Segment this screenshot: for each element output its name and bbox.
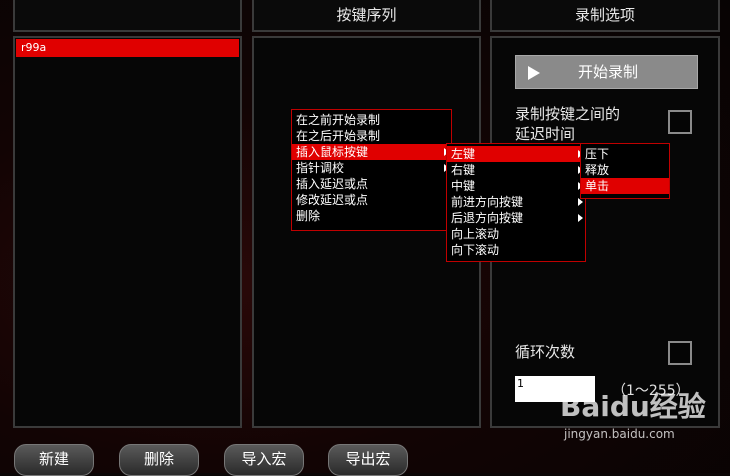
menu-item-insert-delay[interactable]: 插入延迟或点	[292, 176, 451, 192]
record-options-header: 录制选项	[490, 0, 720, 32]
start-recording-label: 开始录制	[578, 63, 639, 81]
menu-item-label: 左键	[451, 147, 476, 161]
submenu-arrow-icon	[578, 214, 583, 222]
menu-item-label: 修改延迟或点	[296, 193, 369, 207]
submenu-item-back-button[interactable]: 后退方向按键	[447, 210, 585, 226]
menu-item-label: 右键	[451, 163, 476, 177]
menu-item-label: 前进方向按键	[451, 195, 524, 209]
new-macro-button[interactable]: 新建	[14, 444, 94, 476]
menu-item-label: 插入延迟或点	[296, 177, 369, 191]
button-label: 导出宏	[345, 450, 391, 468]
button-label: 新建	[38, 450, 69, 468]
loop-count-label: 循环次数	[515, 343, 576, 361]
submenu-item-scroll-up[interactable]: 向上滚动	[447, 226, 585, 242]
menu-item-label: 释放	[585, 163, 610, 177]
baidu-watermark: Baidu经验 jingyan.baidu.com	[560, 385, 706, 441]
menu-item-label: 单击	[585, 179, 610, 193]
menu-item-label: 后退方向按键	[451, 211, 524, 225]
macro-list-panel: r99a	[13, 36, 242, 428]
menu-item-label: 在之后开始录制	[296, 129, 381, 143]
record-delay-label-line2: 延迟时间	[515, 125, 576, 143]
submenu-item-forward-button[interactable]: 前进方向按键	[447, 194, 585, 210]
menu-item-record-after[interactable]: 在之后开始录制	[292, 128, 451, 144]
baidu-logo: Baidu经验	[560, 390, 706, 423]
delete-macro-button[interactable]: 删除	[119, 444, 199, 476]
menu-item-label: 向下滚动	[451, 243, 500, 257]
submenu-item-press[interactable]: 压下	[581, 146, 669, 162]
record-delay-label-line1: 录制按键之间的	[515, 105, 621, 123]
menu-item-modify-delay[interactable]: 修改延迟或点	[292, 192, 451, 208]
context-menu: 在之前开始录制 在之后开始录制 插入鼠标按键 指针调校 插入延迟或点 修改延迟或…	[291, 109, 452, 231]
menu-item-label: 压下	[585, 147, 610, 161]
menu-item-insert-mouse-key[interactable]: 插入鼠标按键	[292, 144, 451, 160]
button-label: 导入宏	[241, 450, 287, 468]
submenu-arrow-icon	[578, 198, 583, 206]
loop-count-checkbox[interactable]	[668, 341, 692, 365]
key-sequence-header: 按键序列	[252, 0, 481, 32]
menu-item-label: 中键	[451, 179, 476, 193]
menu-item-label: 向上滚动	[451, 227, 500, 241]
export-macro-button[interactable]: 导出宏	[328, 444, 408, 476]
baidu-url: jingyan.baidu.com	[564, 427, 675, 441]
macro-list-header	[13, 0, 242, 32]
menu-item-label: 在之前开始录制	[296, 113, 381, 127]
record-options-title: 录制选项	[574, 6, 635, 24]
menu-item-label: 插入鼠标按键	[296, 145, 369, 159]
play-icon	[528, 66, 540, 80]
macro-item-label: r99a	[21, 41, 47, 54]
menu-item-delete[interactable]: 删除	[292, 208, 451, 224]
submenu-item-release[interactable]: 释放	[581, 162, 669, 178]
mouse-button-submenu: 左键 右键 中键 前进方向按键 后退方向按键 向上滚动 向下滚动	[446, 143, 586, 262]
record-delay-checkbox[interactable]	[668, 110, 692, 134]
submenu-item-right-button[interactable]: 右键	[447, 162, 585, 178]
macro-list-item[interactable]: r99a	[16, 39, 239, 57]
start-recording-button[interactable]: 开始录制	[515, 55, 698, 89]
menu-item-label: 指针调校	[296, 161, 345, 175]
import-macro-button[interactable]: 导入宏	[224, 444, 304, 476]
menu-item-pointer-calibration[interactable]: 指针调校	[292, 160, 451, 176]
record-delay-label: 录制按键之间的 延迟时间	[515, 104, 620, 144]
submenu-item-left-button[interactable]: 左键	[447, 146, 585, 162]
submenu-item-middle-button[interactable]: 中键	[447, 178, 585, 194]
menu-item-label: 删除	[296, 209, 321, 223]
submenu-item-scroll-down[interactable]: 向下滚动	[447, 242, 585, 258]
action-submenu: 压下 释放 单击	[580, 143, 670, 199]
menu-item-record-before[interactable]: 在之前开始录制	[292, 112, 451, 128]
key-sequence-title: 按键序列	[336, 6, 397, 24]
submenu-item-click[interactable]: 单击	[581, 178, 669, 194]
button-label: 删除	[143, 450, 174, 468]
